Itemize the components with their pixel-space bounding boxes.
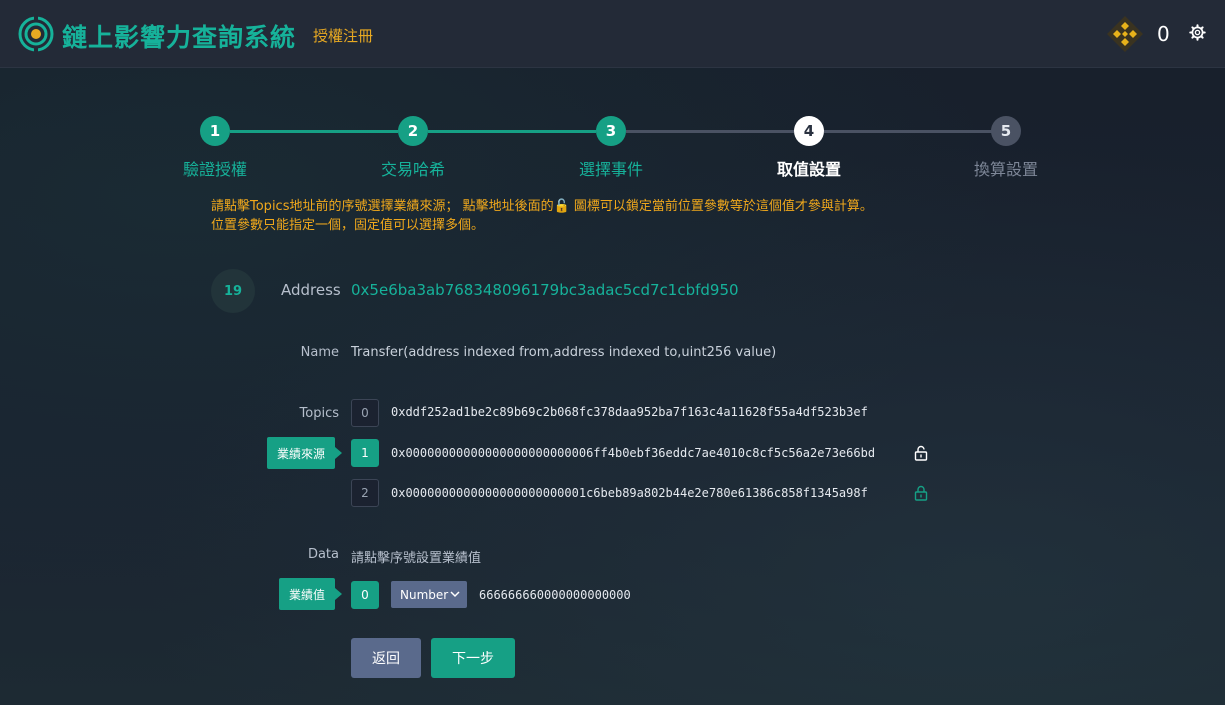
event-name: Transfer(address indexed from,address in… <box>351 345 777 360</box>
step-5-label: 換算設置 <box>973 160 1038 179</box>
top-header: 鏈上影響力查詢系統 授權注冊 0 <box>0 0 1225 68</box>
topic-value-0: 0xddf252ad1be2c89b69c2b068fc378daa952ba7… <box>391 405 868 419</box>
topic-value-2: 0x0000000000000000000000001c6beb89a802b4… <box>391 486 868 500</box>
step-2-circle: 2 <box>398 116 428 146</box>
step-connector <box>824 130 992 133</box>
back-button[interactable]: 返回 <box>351 638 421 678</box>
step-4-label: 取值設置 <box>776 160 841 179</box>
performance-source-tag: 業績來源 <box>267 437 342 469</box>
data-label: Data <box>307 547 339 562</box>
unlock-icon[interactable] <box>913 445 929 461</box>
data-hint: 請點擊序號設置業績值 <box>351 551 482 566</box>
step-3-circle: 3 <box>596 116 626 146</box>
topic-index-0[interactable]: 0 <box>351 399 379 427</box>
app-title: 鏈上影響力查詢系統 <box>62 23 297 52</box>
lock-icon[interactable] <box>913 485 929 501</box>
topic-value-1: 0x00000000000000000000000006ff4b0ebf36ed… <box>391 446 876 460</box>
binance-coin-icon <box>1107 16 1143 52</box>
topic-index-1[interactable]: 1 <box>351 439 379 467</box>
step-3-label: 選擇事件 <box>578 160 643 179</box>
data-type-select[interactable]: Number <box>391 581 467 608</box>
step-connector <box>626 130 794 133</box>
register-link[interactable]: 授權注冊 <box>313 25 373 46</box>
next-button[interactable]: 下一步 <box>431 638 515 678</box>
step-1-label: 驗證授權 <box>182 160 247 179</box>
notice-line-1: 請點擊Topics地址前的序號選擇業績來源； 點擊地址後面的🔓 圖標可以鎖定當前… <box>211 199 873 214</box>
notice-line-2: 位置參數只能指定一個，固定值可以選擇多個。 <box>211 218 485 233</box>
instruction-notice: 請點擊Topics地址前的序號選擇業績來源； 點擊地址後面的🔓 圖標可以鎖定當前… <box>211 197 971 235</box>
logo-icon <box>18 16 54 52</box>
step-connector <box>230 130 398 133</box>
chevron-down-icon <box>450 591 460 598</box>
performance-value-tag: 業績值 <box>279 578 342 610</box>
data-value: 666666660000000000000 <box>479 588 631 602</box>
step-connector <box>428 130 596 133</box>
step-5-circle: 5 <box>991 116 1021 146</box>
name-label: Name <box>300 345 339 360</box>
contract-address: 0x5e6ba3ab768348096179bc3adac5cd7c1cbfd9… <box>351 281 739 299</box>
coin-count: 0 <box>1157 22 1170 46</box>
data-type-value: Number <box>400 587 449 602</box>
address-label: Address <box>281 281 341 299</box>
event-index-badge: 19 <box>211 269 255 313</box>
step-4-circle: 4 <box>794 116 824 146</box>
data-index-0[interactable]: 0 <box>351 581 379 609</box>
topics-label: Topics <box>299 406 339 421</box>
step-2-label: 交易哈希 <box>380 160 445 179</box>
step-1-circle: 1 <box>200 116 230 146</box>
topic-index-2[interactable]: 2 <box>351 479 379 507</box>
gear-icon[interactable] <box>1189 24 1206 41</box>
